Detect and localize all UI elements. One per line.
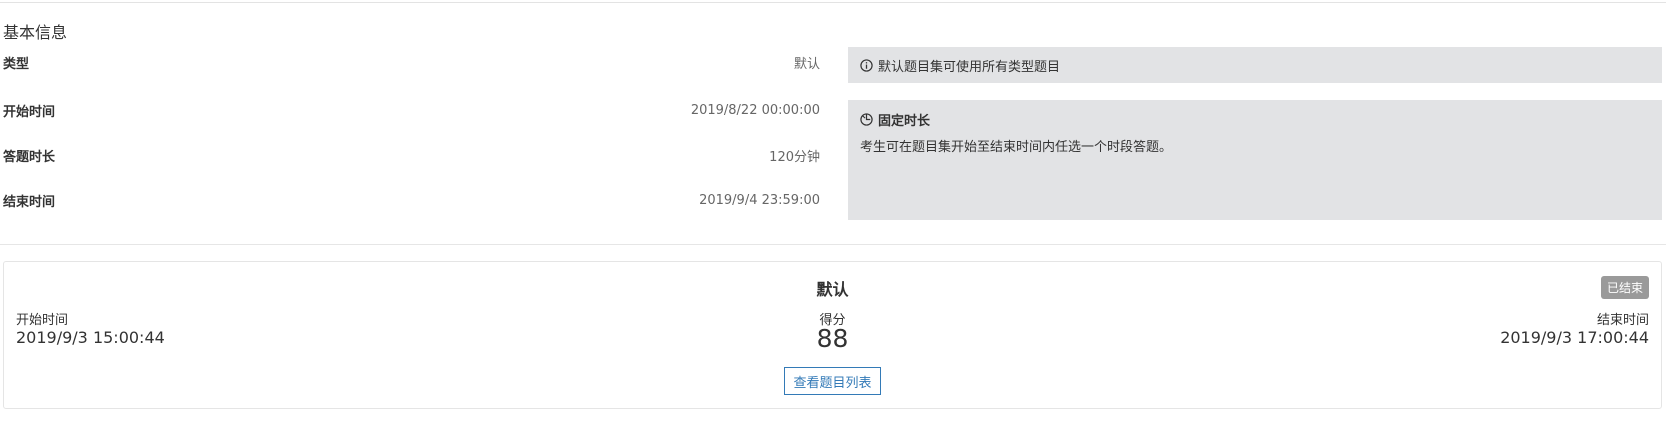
start-time-value: 2019/8/22 00:00:00: [690, 102, 820, 118]
duration-label: 答题时长: [3, 149, 56, 165]
duration-value: 120分钟: [769, 149, 820, 165]
record-end-value: 2019/9/3 17:00:44: [1500, 328, 1649, 347]
record-title: 默认: [816, 280, 849, 299]
type-note-text: 默认题目集可使用所有类型题目: [878, 59, 1061, 75]
score-value: 88: [816, 324, 849, 353]
end-time-value: 2019/9/4 23:59:00: [699, 192, 820, 208]
type-note: 默认题目集可使用所有类型题目: [848, 47, 1662, 83]
duration-note-text: 考生可在题目集开始至结束时间内任选一个时段答题。: [860, 140, 1173, 155]
end-time-label: 结束时间: [3, 194, 56, 210]
duration-note-heading: 固定时长: [860, 110, 1650, 129]
duration-note-title: 固定时长: [878, 114, 931, 129]
timer-icon: [860, 113, 873, 126]
problem-set-page: 基本信息 类型 默认 开始时间 2019/8/22 00:00:00 答题时长 …: [0, 0, 1666, 425]
record-end-label: 结束时间: [1596, 313, 1649, 328]
status-badge: 已结束: [1600, 276, 1649, 299]
info-row-end: 结束时间 2019/9/4 23:59:00: [3, 190, 820, 210]
info-row-duration: 答题时长 120分钟: [3, 145, 820, 165]
info-row-start: 开始时间 2019/8/22 00:00:00: [3, 100, 820, 120]
top-divider: [0, 2, 1666, 3]
info-row-type: 类型 默认: [3, 52, 820, 72]
info-circle-icon: [860, 58, 873, 72]
start-time-label: 开始时间: [3, 104, 56, 120]
view-problem-list-button[interactable]: 查看题目列表: [784, 367, 881, 395]
type-value: 默认: [793, 56, 820, 72]
section-divider: [0, 244, 1666, 245]
type-label: 类型: [3, 56, 30, 72]
section-title: 基本信息: [3, 23, 68, 42]
duration-note: 固定时长 考生可在题目集开始至结束时间内任选一个时段答题。: [848, 100, 1662, 220]
exam-record-card: 默认 已结束 开始时间 2019/9/3 15:00:44 得分 88 结束时间…: [3, 261, 1662, 409]
